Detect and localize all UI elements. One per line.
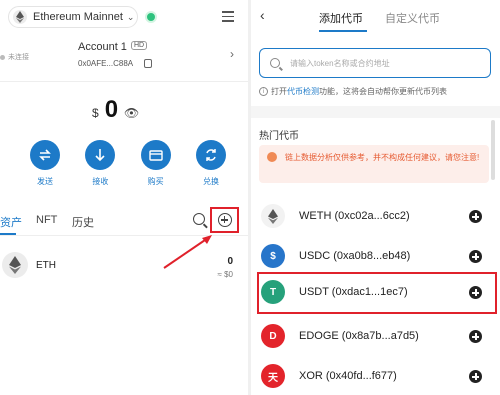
- tab-underline: [319, 30, 367, 32]
- network-name: Ethereum Mainnet: [33, 11, 123, 23]
- chevron-right-icon[interactable]: ›: [230, 47, 234, 61]
- list-item[interactable]: 天 XOR (0x40fd...f677): [251, 362, 500, 392]
- menu-icon[interactable]: [222, 8, 234, 22]
- network-bar: Ethereum Mainnet ⌄: [0, 6, 248, 28]
- add-icon[interactable]: [469, 250, 482, 263]
- receive-label: 接收: [92, 177, 109, 186]
- scrollbar[interactable]: [491, 120, 495, 180]
- connection-status: 未连接: [0, 52, 29, 62]
- tab-add-token[interactable]: 添加代币: [319, 10, 363, 26]
- copy-icon[interactable]: [144, 59, 152, 68]
- search-placeholder: 请输入token名称或合约地址: [290, 58, 390, 68]
- network-selector[interactable]: Ethereum Mainnet ⌄: [8, 6, 138, 28]
- asset-amount: 0: [227, 256, 233, 267]
- tab-nft[interactable]: NFT: [36, 214, 57, 226]
- ethereum-icon: [13, 10, 27, 24]
- receive-button[interactable]: 接收: [83, 140, 117, 187]
- send-icon: [30, 140, 60, 170]
- add-token-panel: ‹ 添加代币 自定义代币 请输入token名称或合约地址 i 打开 代币检测 功…: [251, 0, 500, 395]
- add-icon[interactable]: [469, 330, 482, 343]
- tab-history[interactable]: 历史: [72, 214, 94, 230]
- add-token-button[interactable]: [210, 207, 239, 233]
- token-search-input[interactable]: 请输入token名称或合约地址: [259, 48, 491, 78]
- buy-icon: [140, 140, 171, 170]
- swap-button[interactable]: 兑换: [194, 140, 228, 187]
- add-icon[interactable]: [469, 286, 482, 299]
- info-suffix: 功能，这将会自动帮你更新代币列表: [319, 87, 447, 96]
- status-dot-icon: [0, 54, 5, 60]
- list-item[interactable]: D EDOGE (0x8a7b...a7d5): [251, 322, 500, 352]
- action-buttons: 发送 接收 购买 兑换: [28, 140, 228, 187]
- send-label: 发送: [37, 177, 53, 186]
- account-bar[interactable]: 未连接 Account 1 HD 0x0AFE...C88A ›: [0, 34, 248, 82]
- plus-circle-icon: [217, 213, 232, 227]
- account-name: Account 1: [78, 41, 127, 53]
- section-separator: [251, 106, 500, 118]
- add-token-header: ‹ 添加代币 自定义代币: [251, 0, 500, 34]
- search-icon: [270, 58, 280, 68]
- chevron-down-icon: ⌄: [126, 11, 135, 22]
- send-button[interactable]: 发送: [28, 140, 62, 187]
- receive-icon: [85, 140, 116, 170]
- tab-underline: [0, 233, 16, 235]
- token-detection-link[interactable]: 代币检测: [287, 86, 319, 97]
- balance-value: 0: [104, 96, 119, 123]
- token-name: WETH (0xc02a...6cc2): [299, 210, 410, 222]
- swap-icon: [195, 140, 226, 170]
- warning-icon: [267, 152, 277, 162]
- connection-status-label: 未连接: [8, 54, 29, 61]
- tab-custom-token[interactable]: 自定义代币: [385, 10, 440, 26]
- balance-display: $ 0 👁: [92, 96, 139, 124]
- buy-label: 购买: [147, 177, 164, 186]
- usdt-icon: T: [261, 280, 285, 304]
- info-icon: i: [259, 87, 268, 96]
- list-item[interactable]: WETH (0xc02a...6cc2): [251, 202, 500, 232]
- search-icon[interactable]: [193, 213, 205, 225]
- balance-currency: $: [92, 106, 99, 120]
- eye-icon[interactable]: 👁: [124, 106, 139, 120]
- warning-text: 链上数据分析仅供参考，并不构成任何建议，请您注意!: [285, 153, 480, 162]
- token-name: USDC (0xa0b8...eb48): [299, 250, 411, 262]
- list-item[interactable]: $ USDC (0xa0b8...eb48): [251, 242, 500, 272]
- back-icon[interactable]: ‹: [260, 7, 265, 23]
- weth-icon: [261, 204, 285, 228]
- connection-status-dot: [145, 11, 157, 23]
- hd-badge: HD: [131, 41, 148, 50]
- list-item[interactable]: T USDT (0xdac1...1ec7): [257, 272, 497, 314]
- usdc-icon: $: [261, 244, 285, 268]
- tab-assets[interactable]: 资产: [0, 214, 22, 230]
- account-address: 0x0AFE...C88A: [78, 59, 134, 68]
- token-detection-info: i 打开 代币检测 功能，这将会自动帮你更新代币列表: [259, 86, 447, 97]
- add-icon[interactable]: [469, 370, 482, 383]
- token-name: EDOGE (0x8a7b...a7d5): [299, 330, 419, 342]
- xor-icon: 天: [261, 364, 285, 388]
- hot-tokens-title: 热门代币: [259, 131, 299, 142]
- buy-button[interactable]: 购买: [139, 140, 173, 187]
- info-prefix: 打开: [271, 87, 287, 96]
- asset-symbol: ETH: [36, 260, 56, 271]
- warning-banner: 链上数据分析仅供参考，并不构成任何建议，请您注意!: [259, 145, 489, 183]
- edoge-icon: D: [261, 324, 285, 348]
- add-icon[interactable]: [469, 210, 482, 223]
- token-name: USDT (0xdac1...1ec7): [299, 286, 408, 298]
- wallet-panel: Ethereum Mainnet ⌄ 未连接 Account 1 HD 0x0A…: [0, 0, 248, 395]
- swap-label: 兑换: [202, 177, 219, 186]
- annotation-arrow: [163, 235, 212, 269]
- token-name: XOR (0x40fd...f677): [299, 370, 397, 382]
- ethereum-icon: [2, 252, 28, 278]
